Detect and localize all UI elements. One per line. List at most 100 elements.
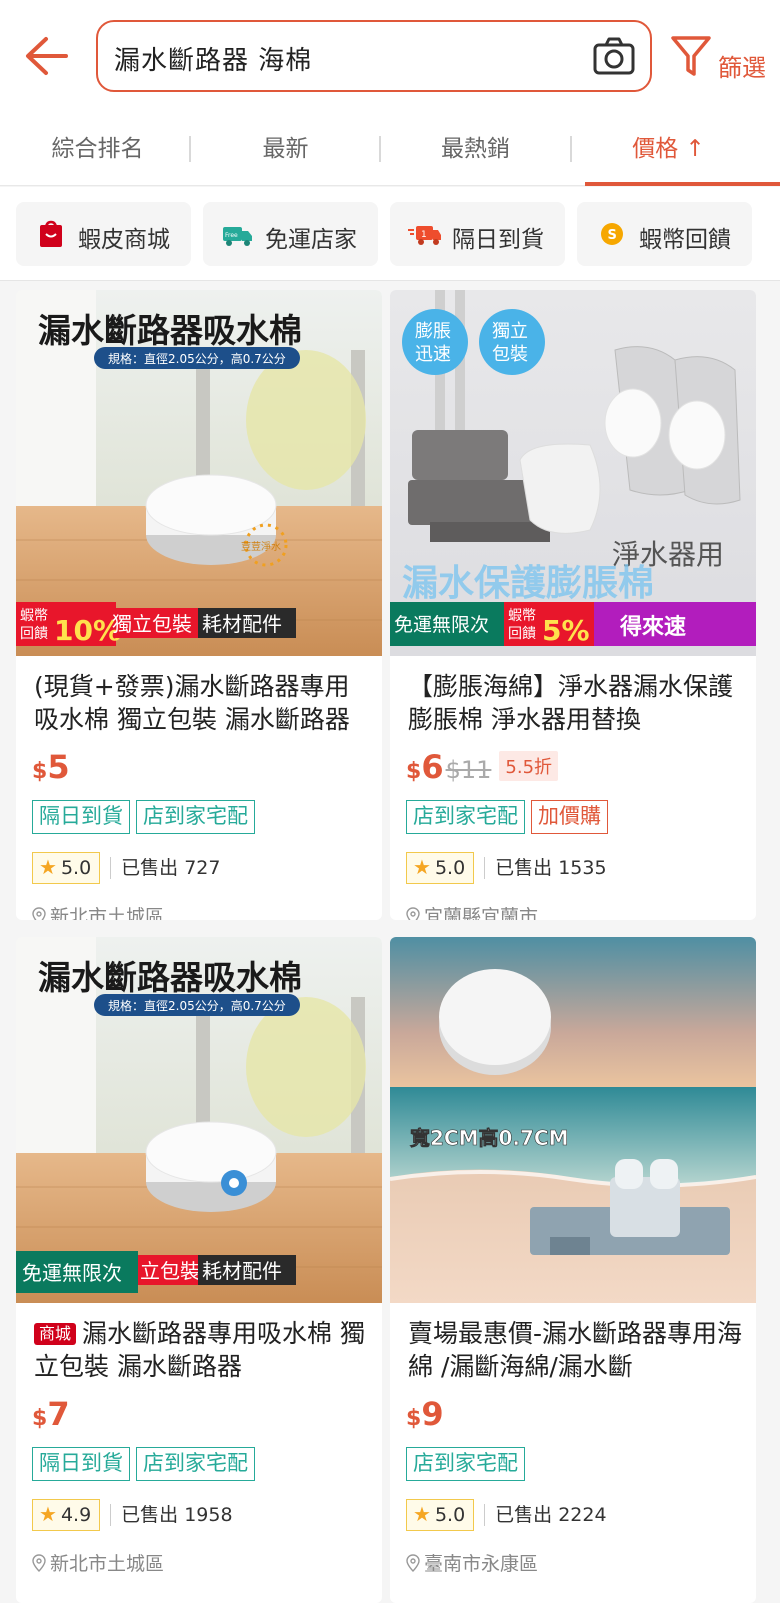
star-icon: ★ [39,1502,57,1526]
camera-icon[interactable] [592,36,636,76]
product-tags: 隔日到貨 店到家宅配 [32,1447,261,1481]
search-query[interactable]: 漏水斷路器 海棉 [114,40,312,77]
svg-text:1: 1 [421,230,427,240]
tag-next-day: 隔日到貨 [32,1447,130,1481]
product-image[interactable]: 寬2CM高0.7CM [390,937,756,1303]
product-image[interactable]: 漏水斷路器吸水棉 規格：直徑2.05公分，高0.7公分 免運無限次 立包裝 耗材… [16,937,382,1303]
chip-coin-cashback[interactable]: S 蝦幣回饋 [577,202,752,266]
image-headline: 漏水斷路器吸水棉 [38,311,302,350]
banner-express: 得來速 [619,614,686,640]
sold-count: 已售出 2224 [484,1504,607,1526]
tab-price[interactable]: 價格 ↑ [571,112,766,186]
product-rating-row: ★ 4.9 已售出 1958 [32,1499,233,1533]
product-price: $6$11 5.5折 [406,748,559,786]
product-title-text: 漏水斷路器專用吸水棉 獨立包裝 漏水斷路器 [34,1319,365,1381]
price-value: 9 [421,1395,444,1433]
product-card[interactable]: 寬2CM高0.7CM 賣場最惠價-漏水斷路器專用海綿 /漏斷海綿/漏水斷 $9 … [390,937,756,1603]
free-shipping-truck-icon: Free [223,227,252,246]
location-text: 臺南市永康區 [424,1553,539,1575]
chip-label: 隔日到貨 [452,227,544,253]
rating-value: 5.0 [434,857,466,879]
product-card[interactable]: 膨脹 迅速 獨立 包裝 淨水器用 漏水保護膨脹棉 免運無限次 蝦幣 回饋 5% … [390,290,756,920]
product-location: 臺南市永康區 [406,1549,538,1576]
location-text: 新北市土城區 [50,1553,165,1575]
filter-button[interactable]: 篩選 [670,30,780,86]
tab-latest[interactable]: 最新 [188,112,383,186]
price-value: 7 [47,1395,70,1433]
banner-coin-label: 蝦幣 [20,608,48,624]
product-location: 新北市土城區 [32,902,164,920]
rating-badge: ★ 4.9 [32,1499,101,1531]
star-icon: ★ [413,1502,431,1526]
banner-packaging: 立包裝 [140,1259,200,1283]
location-pin-icon [32,1554,46,1572]
product-tags: 店到家宅配 [406,1447,531,1481]
product-title[interactable]: 賣場最惠價-漏水斷路器專用海綿 /漏斷海綿/漏水斷 [408,1317,744,1383]
rating-badge: ★ 5.0 [406,852,475,884]
rating-value: 4.9 [60,1504,92,1526]
product-card[interactable]: 荳荳淨水 漏水斷路器吸水棉 規格：直徑2.05公分，高0.7公分 蝦幣 回饋 1… [16,290,382,920]
product-location: 新北市土城區 [32,1549,164,1576]
location-pin-icon [406,907,420,920]
product-rating-row: ★ 5.0 已售出 727 [32,852,220,886]
tag-add-on-deal: 加價購 [531,800,608,834]
star-icon: ★ [413,855,431,879]
back-arrow-icon[interactable] [22,34,72,78]
banner-cashback-label: 回饋 [508,625,536,642]
svg-text:Free: Free [225,232,238,239]
product-rating-row: ★ 5.0 已售出 1535 [406,852,607,886]
product-title[interactable]: (現貨+發票)漏水斷路器專用吸水棉 獨立包裝 漏水斷路器 [34,670,370,736]
tab-relevance[interactable]: 綜合排名 [0,112,195,186]
rating-badge: ★ 5.0 [406,1499,475,1531]
rating-value: 5.0 [60,857,92,879]
filter-chip-bar: 蝦皮商城 Free 免運店家 1 隔日到貨 S 蝦幣回饋 [0,187,780,281]
tag-home-delivery: 店到家宅配 [406,800,525,834]
chip-free-shipping[interactable]: Free 免運店家 [203,202,378,266]
location-text: 新北市土城區 [50,906,165,920]
product-price: $7 [32,1395,70,1433]
product-tags: 隔日到貨 店到家宅配 [32,800,261,834]
filter-label: 篩選 [718,54,766,82]
search-box[interactable]: 漏水斷路器 海棉 [96,20,652,92]
active-tab-indicator [585,182,780,186]
sold-count: 已售出 1958 [110,1504,233,1526]
banner-free-shipping: 免運無限次 [22,1261,122,1285]
product-title[interactable]: 【膨脹海綿】淨水器漏水保護膨脹棉 淨水器用替換 [408,670,744,736]
product-location: 宜蘭縣宜蘭市 [406,902,538,920]
product-price: $9 [406,1395,444,1433]
product-image[interactable]: 荳荳淨水 漏水斷路器吸水棉 規格：直徑2.05公分，高0.7公分 蝦幣 回饋 1… [16,290,382,656]
original-price: $11 [445,756,492,784]
product-tags: 店到家宅配 加價購 [406,800,614,834]
next-day-delivery-truck-icon: 1 [408,226,441,245]
discount-badge: 5.5折 [499,751,559,781]
product-rating-row: ★ 5.0 已售出 2224 [406,1499,607,1533]
shopee-coin-icon: S [601,223,623,245]
location-pin-icon [32,907,46,920]
tab-top-sales[interactable]: 最熱銷 [378,112,573,186]
product-image[interactable]: 膨脹 迅速 獨立 包裝 淨水器用 漏水保護膨脹棉 免運無限次 蝦幣 回饋 5% … [390,290,756,656]
image-spec: 規格：直徑2.05公分，高0.7公分 [108,998,286,1013]
banner-cashback-label: 回饋 [20,625,48,642]
product-price: $5 [32,748,70,786]
sold-count: 已售出 727 [110,857,220,879]
svg-text:S: S [608,228,617,243]
shopee-mall-bag-icon [40,220,62,247]
product-title[interactable]: 商城 漏水斷路器專用吸水棉 獨立包裝 漏水斷路器 [34,1317,370,1383]
price-value: 6 [421,748,444,786]
chip-label: 免運店家 [265,227,357,253]
banner-free-shipping: 免運無限次 [394,614,489,636]
product-card[interactable]: 漏水斷路器吸水棉 規格：直徑2.05公分，高0.7公分 免運無限次 立包裝 耗材… [16,937,382,1603]
location-text: 宜蘭縣宜蘭市 [424,906,539,920]
location-pin-icon [406,1554,420,1572]
chip-next-day[interactable]: 1 隔日到貨 [390,202,565,266]
tag-home-delivery: 店到家宅配 [406,1447,525,1481]
chip-shopee-mall[interactable]: 蝦皮商城 [16,202,191,266]
star-icon: ★ [39,855,57,879]
chip-label: 蝦皮商城 [78,227,170,253]
image-bubble-1b: 迅速 [415,344,451,365]
price-currency: $ [32,1406,48,1431]
image-caption: 寬2CM高0.7CM [410,1126,569,1150]
sort-bar: 綜合排名 最新 最熱銷 價格 ↑ [0,112,780,186]
tag-home-delivery: 店到家宅配 [136,800,255,834]
filter-funnel-icon [671,36,711,76]
